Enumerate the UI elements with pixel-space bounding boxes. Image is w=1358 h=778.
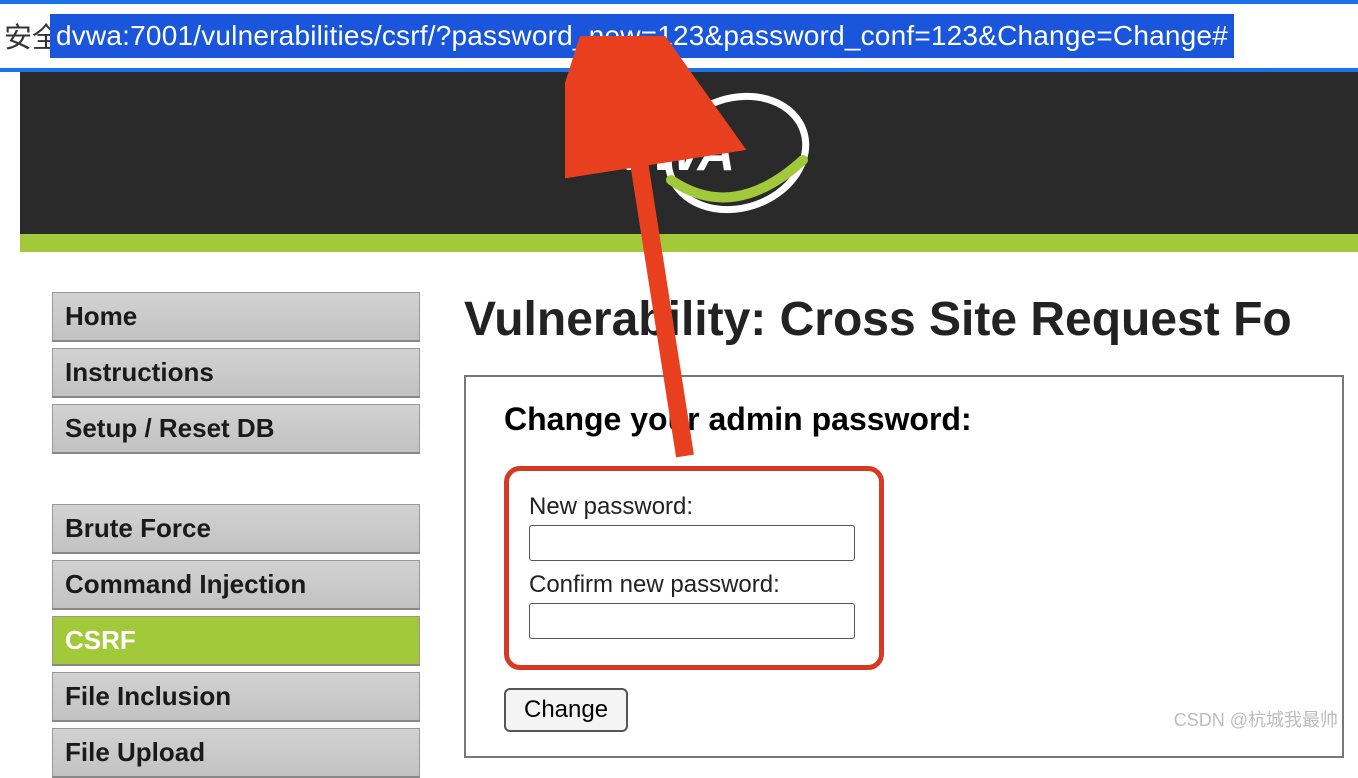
address-bar[interactable]: 安全 dvwa:7001/vulnerabilities/csrf/?passw… xyxy=(0,0,1358,72)
page-header: DVWA xyxy=(20,72,1358,234)
change-password-panel: Change your admin password: New password… xyxy=(464,375,1344,758)
sidebar-group-main: Home Instructions Setup / Reset DB xyxy=(52,292,420,454)
sidebar-item-setup[interactable]: Setup / Reset DB xyxy=(52,404,420,454)
page-body: Home Instructions Setup / Reset DB Brute… xyxy=(20,252,1358,778)
confirm-password-input[interactable] xyxy=(529,603,855,639)
sidebar-item-command-injection[interactable]: Command Injection xyxy=(52,560,420,610)
url-text[interactable]: dvwa:7001/vulnerabilities/csrf/?password… xyxy=(50,14,1234,58)
sidebar-item-home[interactable]: Home xyxy=(52,292,420,342)
new-password-input[interactable] xyxy=(529,525,855,561)
label-new-password: New password: xyxy=(529,493,859,521)
watermark-text: CSDN @杭城我最帅 xyxy=(1174,706,1338,732)
svg-text:DVWA: DVWA xyxy=(579,124,735,182)
form-highlight-box: New password: Confirm new password: xyxy=(504,466,884,670)
logo-svg: DVWA xyxy=(559,88,819,218)
label-confirm-password: Confirm new password: xyxy=(529,571,859,599)
page-root: DVWA Home Instructions Setup / Reset DB … xyxy=(20,72,1358,778)
sidebar-item-file-inclusion[interactable]: File Inclusion xyxy=(52,672,420,722)
sidebar-item-instructions[interactable]: Instructions xyxy=(52,348,420,398)
change-button[interactable]: Change xyxy=(504,688,628,732)
sidebar: Home Instructions Setup / Reset DB Brute… xyxy=(20,292,420,778)
sidebar-item-csrf[interactable]: CSRF xyxy=(52,616,420,666)
accent-bar xyxy=(20,234,1358,252)
dvwa-logo: DVWA xyxy=(559,88,819,218)
sidebar-item-bruteforce[interactable]: Brute Force xyxy=(52,504,420,554)
panel-heading: Change your admin password: xyxy=(504,401,1304,438)
sidebar-group-vulns: Brute Force Command Injection CSRF File … xyxy=(52,504,420,778)
page-title: Vulnerability: Cross Site Request Fo xyxy=(464,292,1358,347)
security-label: 安全 xyxy=(0,16,50,56)
sidebar-item-file-upload[interactable]: File Upload xyxy=(52,728,420,778)
